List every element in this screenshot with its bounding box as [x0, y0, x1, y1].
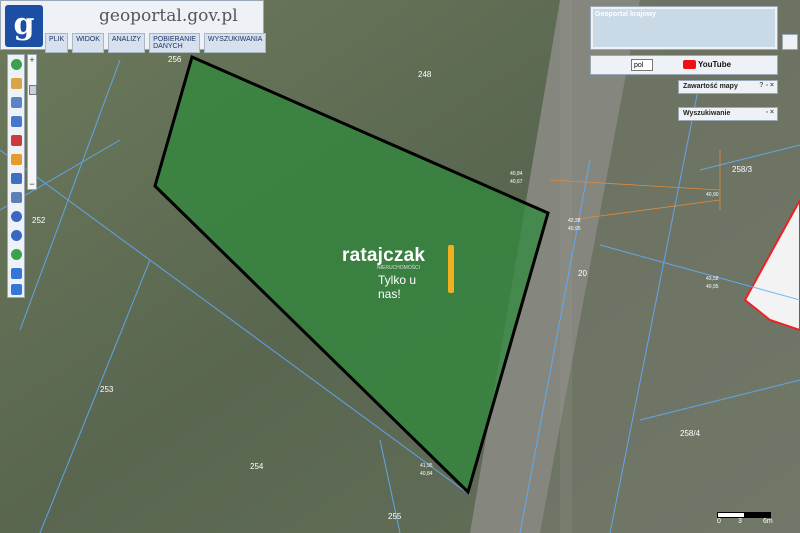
map-content-title: Zawartość mapy	[683, 83, 738, 90]
annotation: 40,84	[420, 471, 433, 477]
panel-controls-icon[interactable]: ▫ ×	[765, 109, 774, 116]
parcel-label: 254	[250, 462, 264, 471]
watermark: ratajczak NIERUCHOMOŚCI Tylko u nas!	[342, 245, 454, 301]
youtube-link[interactable]: YouTube	[683, 59, 731, 71]
right-toolbar: pol YouTube	[590, 55, 778, 75]
search-panel-title: Wyszukiwanie	[683, 110, 731, 117]
scale-label: 3	[738, 518, 742, 525]
app-header: g geoportal.gov.pl PLIK WIDOK ANALIZY PO…	[0, 0, 267, 53]
parcel-label: 258/3	[732, 165, 753, 174]
annotation: 42,28	[568, 218, 581, 224]
menu-download[interactable]: POBIERANIE DANYCH	[149, 33, 200, 53]
geoportal-logo[interactable]: g	[5, 5, 43, 47]
annotation: 40,90	[706, 192, 719, 198]
menu-analysis[interactable]: ANALIZY	[107, 33, 146, 53]
overview-map-panel: Geoportal krajowy	[590, 6, 778, 50]
pencil-icon[interactable]	[11, 154, 22, 165]
menu-search[interactable]: WYSZUKIWANIA	[203, 33, 267, 53]
left-toolbar	[7, 54, 25, 298]
zoom-plus-icon[interactable]: +	[28, 55, 36, 65]
parcel-label: 20	[578, 269, 587, 278]
annotation: 40,95	[568, 226, 581, 232]
zoom-in-icon[interactable]	[11, 211, 22, 222]
info-icon[interactable]	[11, 59, 22, 70]
measure-icon[interactable]	[11, 192, 22, 203]
parcel-label: 255	[388, 512, 402, 521]
scale-label: 0	[717, 518, 721, 525]
select-icon[interactable]	[11, 116, 22, 127]
map-content-panel[interactable]: Zawartość mapy ? ▫ ×	[678, 80, 778, 94]
home-icon[interactable]	[11, 78, 22, 89]
annotation: 40,67	[510, 179, 523, 185]
document-icon[interactable]	[11, 97, 22, 108]
watermark-brand: ratajczak	[342, 245, 426, 266]
arrow-right-icon[interactable]	[11, 284, 22, 295]
zoom-slider[interactable]: + −	[27, 54, 37, 190]
menu-view[interactable]: WIDOK	[72, 33, 104, 53]
main-menu: PLIK WIDOK ANALIZY POBIERANIE DANYCH WYS…	[45, 33, 267, 53]
annotation: 40,95	[706, 284, 719, 290]
watermark-accent-bar	[448, 245, 454, 293]
annotation: 41,95	[420, 463, 433, 469]
language-select[interactable]: pol	[631, 59, 653, 71]
parcel-label: 256	[168, 55, 182, 64]
zoom-minus-icon[interactable]: −	[28, 179, 36, 189]
parcel-label: 258/4	[680, 429, 701, 438]
panel-controls-icon[interactable]: ? ▫ ×	[759, 82, 774, 89]
annotation: 43,58	[706, 276, 719, 282]
overview-title: Geoportal krajowy	[595, 11, 657, 18]
zoom-out-icon[interactable]	[11, 230, 22, 241]
parcel-label: 252	[32, 216, 46, 225]
globe-icon[interactable]	[11, 249, 22, 260]
delete-icon[interactable]	[11, 135, 22, 146]
watermark-subtitle: NIERUCHOMOŚCI	[377, 265, 421, 271]
scale-label: 6m	[763, 518, 773, 525]
search-panel[interactable]: Wyszukiwanie ▫ ×	[678, 107, 778, 121]
parcel-label: 253	[100, 385, 114, 394]
watermark-tagline: Tylko u nas!	[378, 273, 417, 301]
menu-file[interactable]: PLIK	[45, 33, 69, 53]
app-title: geoportal.gov.pl	[99, 6, 238, 26]
collapse-panel-button[interactable]	[782, 34, 798, 50]
zoom-knob[interactable]	[29, 85, 37, 95]
xy-icon[interactable]	[11, 173, 22, 184]
parcel-label: 248	[418, 70, 432, 79]
annotation: 40,84	[510, 171, 523, 177]
youtube-icon	[683, 60, 696, 70]
youtube-label: YouTube	[698, 60, 732, 69]
arrow-left-icon[interactable]	[11, 268, 22, 279]
